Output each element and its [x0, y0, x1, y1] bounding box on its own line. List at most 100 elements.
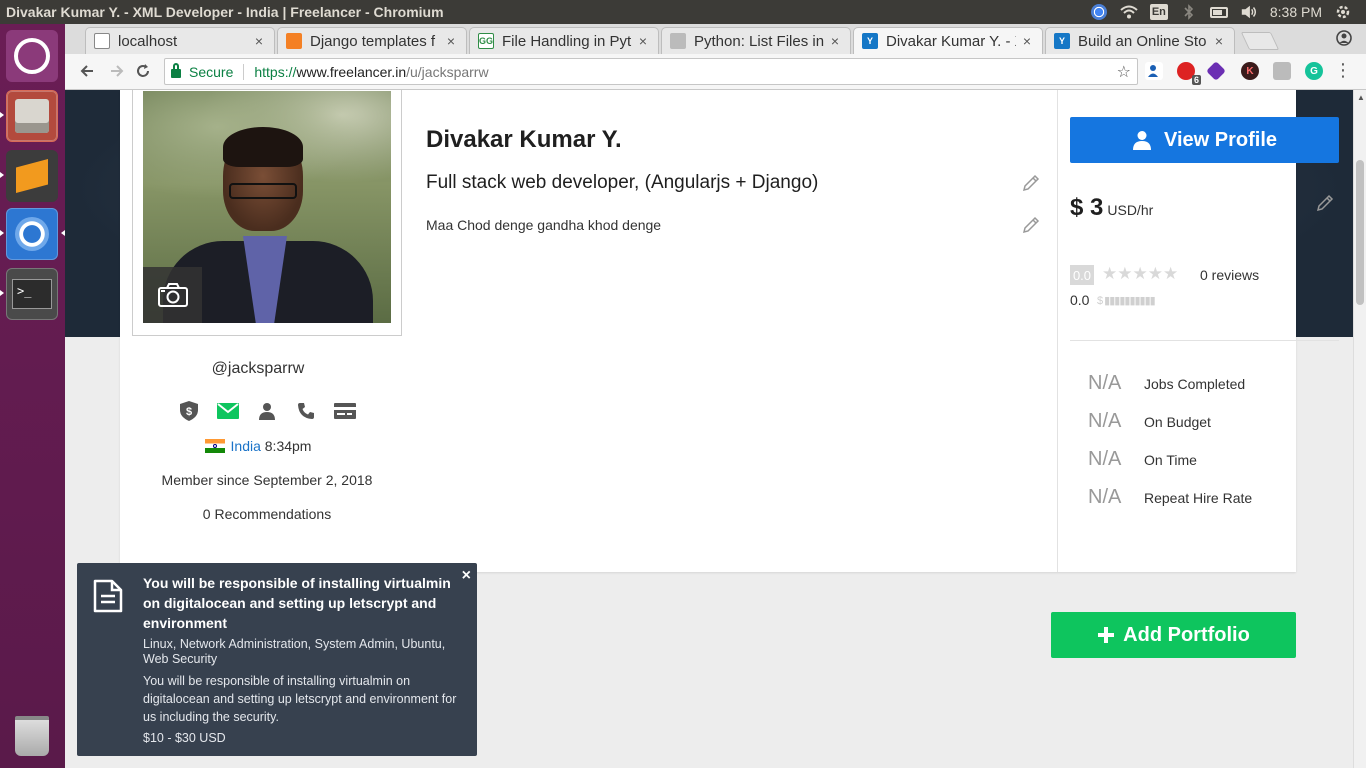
secure-label[interactable]: Secure: [189, 63, 245, 80]
extension-k-icon[interactable]: K: [1241, 62, 1259, 80]
address-bar[interactable]: Secure https:// www.freelancer.in /u/jac…: [164, 58, 1138, 85]
stat-on-time: N/A On Time: [1088, 448, 1197, 470]
person-icon[interactable]: [256, 400, 278, 422]
power-gear-icon[interactable]: [1334, 4, 1352, 20]
battery-icon[interactable]: [1209, 4, 1228, 20]
scrollbar-thumb[interactable]: [1356, 160, 1364, 305]
back-arrow-icon[interactable]: [77, 61, 97, 81]
tab-close-icon[interactable]: ×: [1020, 33, 1034, 49]
keyboard-layout-indicator[interactable]: En: [1149, 4, 1168, 20]
system-tray: En 8:38 PM: [1090, 4, 1366, 20]
stat-jobs-completed: N/A Jobs Completed: [1088, 372, 1246, 394]
camera-icon: [157, 283, 188, 307]
edit-summary-pencil-icon[interactable]: [1022, 216, 1040, 234]
new-tab-button[interactable]: [1240, 32, 1280, 50]
earnings-score: 0.0: [1070, 292, 1090, 308]
extension-red-icon[interactable]: 6: [1177, 62, 1201, 85]
terminal-launcher[interactable]: >_: [6, 268, 58, 320]
tab-close-icon[interactable]: ×: [444, 33, 458, 49]
tab-close-icon[interactable]: ×: [1212, 33, 1226, 49]
bluetooth-icon[interactable]: [1180, 4, 1198, 20]
profile-name: Divakar Kumar Y.: [426, 126, 622, 153]
profile-card: @jacksparrw $ India 8:34pm Member since …: [120, 90, 1339, 572]
clock[interactable]: 8:38 PM: [1270, 4, 1322, 20]
browser-tab[interactable]: localhost ×: [85, 27, 275, 54]
tab-close-icon[interactable]: ×: [252, 33, 266, 49]
grammarly-icon[interactable]: G: [1305, 62, 1323, 80]
trash-launcher[interactable]: [6, 710, 58, 762]
india-flag-icon: [204, 439, 225, 453]
verification-icons: $: [178, 400, 356, 422]
profile-headline: Full stack web developer, (Angularjs + D…: [426, 172, 819, 193]
scroll-up-arrow-icon[interactable]: ▲: [1357, 93, 1365, 102]
volume-icon[interactable]: [1240, 4, 1258, 20]
payment-card-icon[interactable]: [334, 400, 356, 422]
browser-tab-strip: localhost × Django templates f × GG File…: [65, 24, 1366, 54]
toast-title[interactable]: You will be responsible of installing vi…: [143, 573, 461, 633]
username: @jacksparrw: [211, 360, 305, 377]
sublime-text-icon: [16, 159, 48, 193]
forward-arrow-icon[interactable]: [107, 61, 127, 81]
rate-unit: USD/hr: [1107, 202, 1154, 218]
ubuntu-logo-icon: [14, 38, 50, 74]
browser-tab[interactable]: Python: List Files in ×: [661, 27, 851, 54]
toast-close-icon[interactable]: ×: [462, 567, 471, 585]
svg-text:$: $: [186, 406, 192, 418]
wifi-icon[interactable]: [1120, 4, 1138, 20]
toast-price: $10 - $30 USD: [143, 731, 226, 745]
tab-close-icon[interactable]: ×: [636, 33, 650, 49]
phone-icon[interactable]: [295, 400, 317, 422]
country-link[interactable]: India: [231, 438, 261, 454]
add-portfolio-button[interactable]: Add Portfolio: [1051, 612, 1296, 658]
project-notification-toast[interactable]: × You will be responsible of installing …: [77, 563, 477, 756]
unity-launcher: >_: [0, 24, 65, 768]
browser-profile-icon[interactable]: [1336, 30, 1352, 51]
column-divider: [1057, 90, 1058, 572]
browser-menu-icon[interactable]: ⋮: [1334, 60, 1352, 81]
freelancer-icon: Y: [862, 33, 878, 49]
edit-rate-pencil-icon[interactable]: [1316, 194, 1334, 212]
url-host: www.freelancer.in: [296, 63, 407, 80]
bookmark-star-icon[interactable]: ☆: [1117, 62, 1131, 82]
view-profile-button[interactable]: View Profile: [1070, 117, 1339, 163]
shield-dollar-icon[interactable]: $: [178, 400, 200, 422]
sublime-text-launcher[interactable]: [6, 150, 58, 202]
star-rating: ★★★★★: [1102, 264, 1178, 284]
files-launcher[interactable]: [6, 90, 58, 142]
running-indicator: [0, 230, 4, 236]
terminal-icon: >_: [12, 279, 52, 309]
running-indicator: [0, 172, 4, 178]
tab-close-icon[interactable]: ×: [828, 33, 842, 49]
extension-person-icon[interactable]: [1145, 62, 1163, 80]
geeksforgeeks-icon: GG: [478, 33, 494, 49]
reviews-count[interactable]: 0 reviews: [1200, 267, 1259, 283]
recommendations-count: 0 Recommendations: [202, 506, 332, 522]
running-indicator: [0, 290, 4, 296]
trash-icon: [15, 716, 49, 756]
browser-toolbar: Secure https:// www.freelancer.in /u/jac…: [65, 54, 1366, 90]
email-verified-icon[interactable]: [217, 400, 239, 422]
reload-icon[interactable]: [133, 61, 153, 81]
ubuntu-dash-button[interactable]: [6, 30, 58, 82]
page-scrollbar[interactable]: ▲: [1353, 90, 1366, 768]
extension-tile-icon[interactable]: [1273, 62, 1291, 80]
chromium-icon: [15, 217, 49, 251]
file-cabinet-icon: [15, 99, 49, 133]
rate-amount: $ 3: [1070, 194, 1104, 221]
os-top-panel: Divakar Kumar Y. - XML Developer - India…: [0, 0, 1366, 24]
window-title: Divakar Kumar Y. - XML Developer - India…: [6, 4, 444, 20]
browser-tab[interactable]: GG File Handling in Pyt ×: [469, 27, 659, 54]
profile-summary: Maa Chod denge gandha khod denge: [426, 217, 662, 233]
chromium-tray-icon[interactable]: [1090, 4, 1108, 20]
stackoverflow-icon: [286, 33, 302, 49]
local-time: 8:34pm: [264, 438, 312, 454]
freelancer-icon: Y: [1054, 33, 1070, 49]
earnings-bar-icon: $ ▮▮▮▮▮▮▮▮▮▮: [1097, 295, 1156, 307]
browser-tab[interactable]: Django templates f ×: [277, 27, 467, 54]
edit-headline-pencil-icon[interactable]: [1022, 174, 1040, 192]
browser-tab[interactable]: Y Build an Online Sto ×: [1045, 27, 1235, 54]
browser-tab-active[interactable]: Y Divakar Kumar Y. - X ×: [853, 27, 1043, 54]
extension-purple-cube-icon[interactable]: [1206, 61, 1226, 81]
change-photo-button[interactable]: [143, 267, 202, 323]
chromium-launcher[interactable]: [6, 208, 58, 260]
